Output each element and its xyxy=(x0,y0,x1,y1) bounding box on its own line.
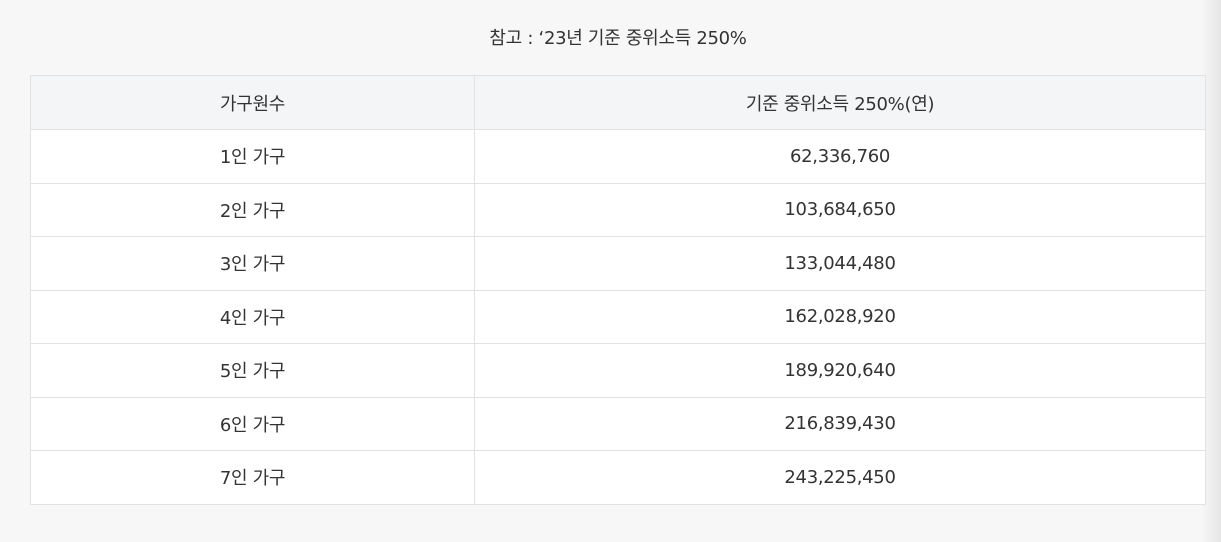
household-size-cell: 3인 가구 xyxy=(30,236,475,291)
table-header-row: 가구원수 기준 중위소득 250%(연) xyxy=(30,75,1206,130)
household-size-cell: 2인 가구 xyxy=(30,182,475,237)
table-row: 3인 가구 133,044,480 xyxy=(30,236,1206,291)
household-size-cell: 5인 가구 xyxy=(30,343,475,398)
header-household-size: 가구원수 xyxy=(30,75,475,130)
income-cell: 133,044,480 xyxy=(474,236,1206,291)
household-size-cell: 4인 가구 xyxy=(30,289,475,344)
income-cell: 243,225,450 xyxy=(474,450,1206,505)
header-income-threshold: 기준 중위소득 250%(연) xyxy=(474,75,1206,130)
household-size-cell: 6인 가구 xyxy=(30,396,475,451)
income-cell: 103,684,650 xyxy=(474,182,1206,237)
median-income-table: 가구원수 기준 중위소득 250%(연) 1인 가구 62,336,760 2인… xyxy=(30,75,1206,505)
table-row: 4인 가구 162,028,920 xyxy=(30,289,1206,344)
income-cell: 216,839,430 xyxy=(474,396,1206,451)
table-row: 5인 가구 189,920,640 xyxy=(30,343,1206,398)
income-cell: 62,336,760 xyxy=(474,129,1206,184)
table-row: 6인 가구 216,839,430 xyxy=(30,396,1206,451)
table-row: 2인 가구 103,684,650 xyxy=(30,182,1206,237)
table-row: 7인 가구 243,225,450 xyxy=(30,450,1206,505)
income-cell: 162,028,920 xyxy=(474,289,1206,344)
table-row: 1인 가구 62,336,760 xyxy=(30,129,1206,184)
income-cell: 189,920,640 xyxy=(474,343,1206,398)
household-size-cell: 7인 가구 xyxy=(30,450,475,505)
table-caption: 참고 : ‘23년 기준 중위소득 250% xyxy=(489,28,747,49)
household-size-cell: 1인 가구 xyxy=(30,129,475,184)
